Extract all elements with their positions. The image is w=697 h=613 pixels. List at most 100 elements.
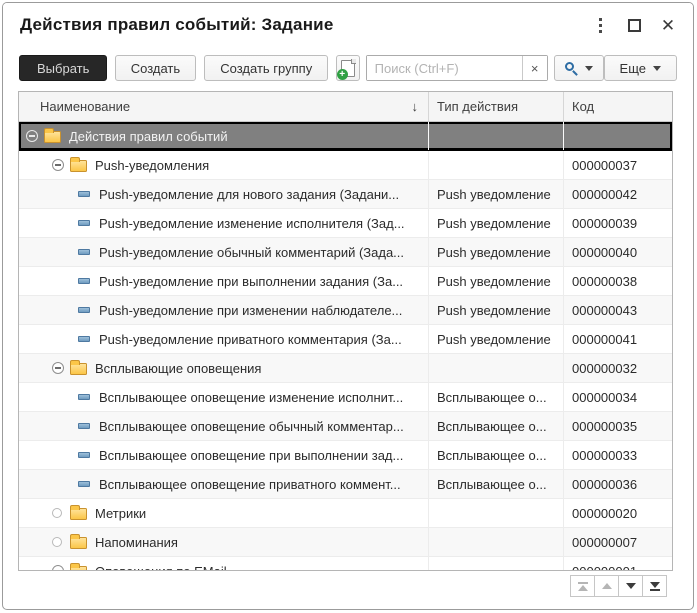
more-button[interactable]: Еще <box>604 55 677 81</box>
table-row[interactable]: Оповещения по EMail 000000001 <box>19 557 672 571</box>
row-code: 000000033 <box>564 441 672 469</box>
row-code: 000000039 <box>564 209 672 237</box>
expander-icon[interactable] <box>52 508 62 518</box>
scroll-down-button[interactable] <box>618 575 643 597</box>
column-header-code[interactable]: Код <box>564 92 672 121</box>
row-action-type: Push уведомление <box>429 296 564 324</box>
table-row[interactable]: Всплывающее оповещение изменение исполни… <box>19 383 672 412</box>
clear-icon: × <box>531 61 539 76</box>
maximize-button[interactable] <box>621 13 647 37</box>
row-code: 000000035 <box>564 412 672 440</box>
row-action-type: Push уведомление <box>429 325 564 353</box>
search-box: × <box>366 55 548 81</box>
chevron-down-icon <box>585 66 593 71</box>
expander-icon[interactable] <box>26 130 38 142</box>
row-code: 000000041 <box>564 325 672 353</box>
expander-icon[interactable] <box>52 537 62 547</box>
close-icon: ✕ <box>661 17 675 34</box>
table-row[interactable]: Push-уведомление изменение исполнителя (… <box>19 209 672 238</box>
row-name: Оповещения по EMail <box>95 564 227 572</box>
scroll-nav <box>570 575 667 597</box>
column-header-name[interactable]: Наименование ↓ <box>19 92 429 121</box>
row-action-type: Push уведомление <box>429 267 564 295</box>
row-code: 000000038 <box>564 267 672 295</box>
table-row[interactable]: Всплывающие оповещения 000000032 <box>19 354 672 383</box>
row-name: Push-уведомление для нового задания (Зад… <box>99 187 399 202</box>
row-name: Всплывающее оповещение изменение исполни… <box>99 390 403 405</box>
row-name: Всплывающее оповещение обычный комментар… <box>99 419 404 434</box>
row-name: Push-уведомление изменение исполнителя (… <box>99 216 405 231</box>
table-row[interactable]: Push-уведомление для нового задания (Зад… <box>19 180 672 209</box>
more-button-label: Еще <box>620 61 646 76</box>
row-type-icon <box>44 131 61 143</box>
row-code: 000000043 <box>564 296 672 324</box>
row-name: Всплывающее оповещение приватного коммен… <box>99 477 401 492</box>
row-name: Всплывающее оповещение при выполнении за… <box>99 448 403 463</box>
row-type-icon <box>70 363 87 375</box>
table-row[interactable]: Push-уведомление при изменении наблюдате… <box>19 296 672 325</box>
create-button[interactable]: Создать <box>115 55 196 81</box>
scroll-down-icon <box>626 583 636 589</box>
table-row[interactable]: Push-уведомление обычный комментарий (За… <box>19 238 672 267</box>
maximize-icon <box>628 19 641 32</box>
row-name: Действия правил событий <box>69 129 228 144</box>
row-type-icon <box>70 537 87 549</box>
create-group-button[interactable]: Создать группу <box>204 55 328 81</box>
scroll-to-top-button[interactable] <box>570 575 595 597</box>
row-action-type <box>429 122 564 150</box>
row-name: Push-уведомление при выполнении задания … <box>99 274 403 289</box>
table-row[interactable]: Push-уведомление при выполнении задания … <box>19 267 672 296</box>
scroll-to-top-icon <box>578 582 588 591</box>
expander-icon[interactable] <box>52 565 64 571</box>
row-name: Напоминания <box>95 535 178 550</box>
table-row[interactable]: Всплывающее оповещение обычный комментар… <box>19 412 672 441</box>
row-type-icon <box>78 191 90 197</box>
row-code: 000000001 <box>564 557 672 571</box>
scroll-up-button[interactable] <box>594 575 619 597</box>
column-label: Код <box>572 99 594 114</box>
title-bar: Действия правил событий: Задание ✕ <box>3 3 693 49</box>
row-code: 000000034 <box>564 383 672 411</box>
window-menu-button[interactable] <box>587 13 613 37</box>
row-name: Push-уведомления <box>95 158 209 173</box>
toolbar: Выбрать Создать Создать группу + × Еще <box>3 51 693 85</box>
column-header-type[interactable]: Тип действия <box>429 92 564 121</box>
expander-icon[interactable] <box>52 362 64 374</box>
column-label: Тип действия <box>437 99 518 114</box>
row-type-icon <box>78 307 90 313</box>
row-name: Push-уведомление при изменении наблюдате… <box>99 303 402 318</box>
row-name: Push-уведомление приватного комментария … <box>99 332 402 347</box>
scroll-up-icon <box>602 583 612 589</box>
row-action-type: Всплывающее о... <box>429 383 564 411</box>
search-input[interactable] <box>367 56 522 80</box>
table-row[interactable]: Push-уведомление приватного комментария … <box>19 325 672 354</box>
search-options-button[interactable] <box>554 55 604 81</box>
table-row[interactable]: Напоминания 000000007 <box>19 528 672 557</box>
row-type-icon <box>78 220 90 226</box>
row-name: Метрики <box>95 506 146 521</box>
row-type-icon <box>78 452 90 458</box>
expander-icon[interactable] <box>52 159 64 171</box>
table-row[interactable]: Всплывающее оповещение при выполнении за… <box>19 441 672 470</box>
row-action-type: Всплывающее о... <box>429 470 564 498</box>
search-icon <box>565 62 578 75</box>
select-button[interactable]: Выбрать <box>19 55 107 81</box>
row-type-icon <box>78 336 90 342</box>
table-row[interactable]: Метрики 000000020 <box>19 499 672 528</box>
scroll-to-bottom-button[interactable] <box>642 575 667 597</box>
search-clear-button[interactable]: × <box>522 56 547 80</box>
row-action-type <box>429 528 564 556</box>
table-row[interactable]: Всплывающее оповещение приватного коммен… <box>19 470 672 499</box>
table-row[interactable]: Push-уведомления 000000037 <box>19 151 672 180</box>
new-document-plus-icon: + <box>341 60 355 77</box>
row-name: Всплывающие оповещения <box>95 361 261 376</box>
table-row[interactable]: Действия правил событий <box>19 122 672 151</box>
create-by-copy-button[interactable]: + <box>336 55 360 81</box>
row-code: 000000032 <box>564 354 672 382</box>
row-type-icon <box>70 160 87 172</box>
window-title: Действия правил событий: Задание <box>20 15 333 35</box>
row-type-icon <box>70 508 87 520</box>
row-action-type <box>429 499 564 527</box>
close-button[interactable]: ✕ <box>655 13 681 37</box>
sort-descending-icon: ↓ <box>412 99 419 114</box>
